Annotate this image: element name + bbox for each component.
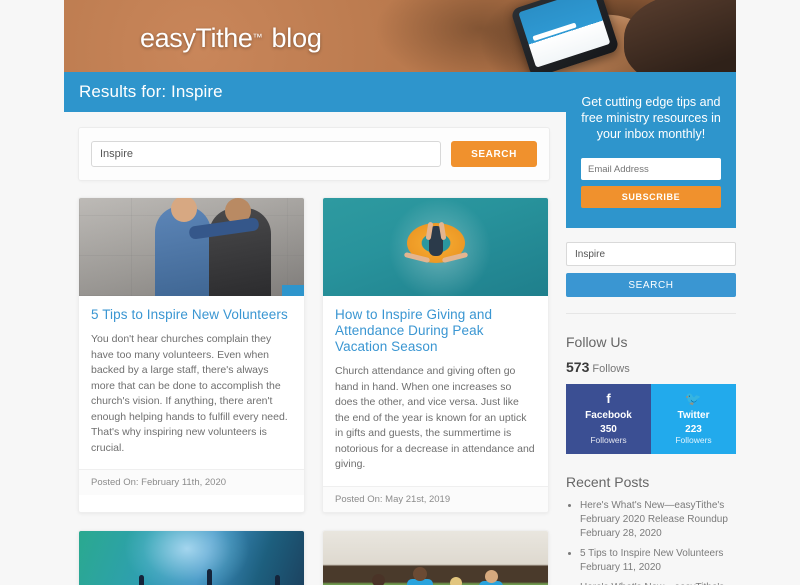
sidebar-search-widget: SEARCH [566,228,736,297]
recent-post-date: February 28, 2020 [580,528,662,539]
post-card-grid: 5 Tips to Inspire New Volunteers You don… [78,197,550,585]
post-card[interactable]: 7 Actionable Ways to Inspire Consistent … [78,529,305,585]
recent-post-title[interactable]: Here's What's New—easyTithe's February 2… [580,500,728,525]
twitter-icon: 🐦 [685,391,702,406]
social-buttons: f Facebook 350 Followers 🐦 Twitter 223 F… [566,384,736,454]
twitter-count: 223 [685,424,702,435]
search-panel: SEARCH [78,127,550,181]
post-card[interactable]: A Quick Guide to Inspire Volunteers Volu… [322,529,549,585]
logo-blog-text: blog [271,23,322,53]
sidebar-search-button[interactable]: SEARCH [566,273,736,297]
twitter-followers-label: Followers [675,435,712,445]
subscribe-button[interactable]: SUBSCRIBE [581,186,721,208]
email-input[interactable] [581,158,721,180]
post-excerpt: Church attendance and giving often go ha… [335,365,535,470]
post-thumbnail-volunteers[interactable] [323,530,548,585]
post-card[interactable]: 5 Tips to Inspire New Volunteers You don… [78,197,305,513]
site-logo[interactable]: easyTithe™ blog [140,23,322,54]
subscribe-headline: Get cutting edge tips and free ministry … [581,95,721,141]
results-title: Results for: Inspire [79,82,223,101]
recent-post-item[interactable]: 5 Tips to Inspire New Volunteers Februar… [580,547,736,575]
follow-count: 573 Follows [566,359,736,375]
post-date: Posted On: May 21st, 2019 [323,485,548,512]
post-title-link[interactable]: How to Inspire Giving and Attendance Dur… [335,307,536,355]
recent-posts-list: Here's What's New—easyTithe's February 2… [566,499,736,585]
second-hand [624,0,736,72]
facebook-icon: f [606,391,611,406]
follow-count-label: Follows [592,363,630,375]
post-thumbnail-pool-float[interactable] [323,198,548,296]
facebook-followers-label: Followers [590,435,627,445]
follow-us-heading: Follow Us [566,334,628,350]
search-input[interactable] [91,141,441,167]
logo-easytithe-text: easyTithe [140,23,253,53]
twitter-label: Twitter [677,410,710,421]
search-button[interactable]: SEARCH [451,141,537,167]
phone-screen [518,0,611,68]
post-card[interactable]: How to Inspire Giving and Attendance Dur… [322,197,549,513]
recent-post-item[interactable]: Here's What's New—easyTithe's January 20… [580,581,736,585]
main-content: SEARCH 5 Tips to Inspire New Volunteers … [64,112,564,585]
post-thumbnail-worship-concert[interactable] [79,530,304,585]
follow-count-number: 573 [566,359,590,375]
sidebar: Get cutting edge tips and free ministry … [566,72,736,585]
divider [566,313,736,314]
site-header-banner: easyTithe™ blog [64,0,736,72]
subscribe-widget: Get cutting edge tips and free ministry … [566,72,736,228]
twitter-follow-button[interactable]: 🐦 Twitter 223 Followers [651,384,736,454]
recent-post-title[interactable]: 5 Tips to Inspire New Volunteers [580,548,723,559]
recent-posts-heading: Recent Posts [566,474,650,490]
post-title-link[interactable]: 5 Tips to Inspire New Volunteers [91,307,292,323]
blog-search-results-page: easyTithe™ blog Results for: Inspire SEAR… [0,0,800,585]
trademark-icon: ™ [252,32,263,44]
facebook-label: Facebook [585,410,632,421]
sidebar-search-input[interactable] [566,242,736,266]
post-excerpt: You don't hear churches complain they ha… [91,333,288,454]
post-thumbnail-handshake[interactable] [79,198,304,296]
recent-post-date: February 11, 2020 [580,562,661,573]
thumbnail-tag [282,285,304,296]
facebook-follow-button[interactable]: f Facebook 350 Followers [566,384,651,454]
recent-post-item[interactable]: Here's What's New—easyTithe's February 2… [580,499,736,541]
facebook-count: 350 [600,424,617,435]
post-date: Posted On: February 11th, 2020 [79,469,304,495]
